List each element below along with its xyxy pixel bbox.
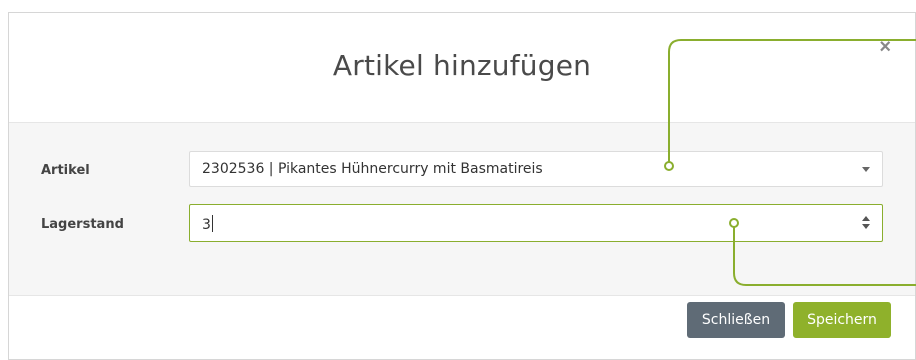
close-button[interactable]: Schließen [687, 302, 785, 338]
stock-input-value: 3 [202, 215, 213, 233]
dialog-title: Artikel hinzufügen [332, 49, 592, 82]
article-select-value: 2302536 | Pikantes Hühnercurry mit Basma… [202, 161, 543, 177]
close-icon[interactable]: × [879, 37, 891, 57]
spin-down-icon[interactable] [862, 224, 870, 229]
article-label: Artikel [41, 163, 90, 178]
dialog-header: Artikel hinzufügen × [9, 13, 915, 123]
spinner-icon[interactable] [860, 214, 872, 232]
article-select[interactable]: 2302536 | Pikantes Hühnercurry mit Basma… [189, 151, 883, 187]
spin-up-icon[interactable] [862, 216, 870, 221]
stock-input[interactable]: 3 [189, 204, 883, 242]
stock-label: Lagerstand [41, 217, 124, 232]
dialog-body: Artikel 2302536 | Pikantes Hühnercurry m… [9, 123, 915, 296]
text-cursor [211, 215, 213, 232]
save-button[interactable]: Speichern [793, 302, 891, 338]
chevron-down-icon[interactable] [862, 167, 870, 172]
